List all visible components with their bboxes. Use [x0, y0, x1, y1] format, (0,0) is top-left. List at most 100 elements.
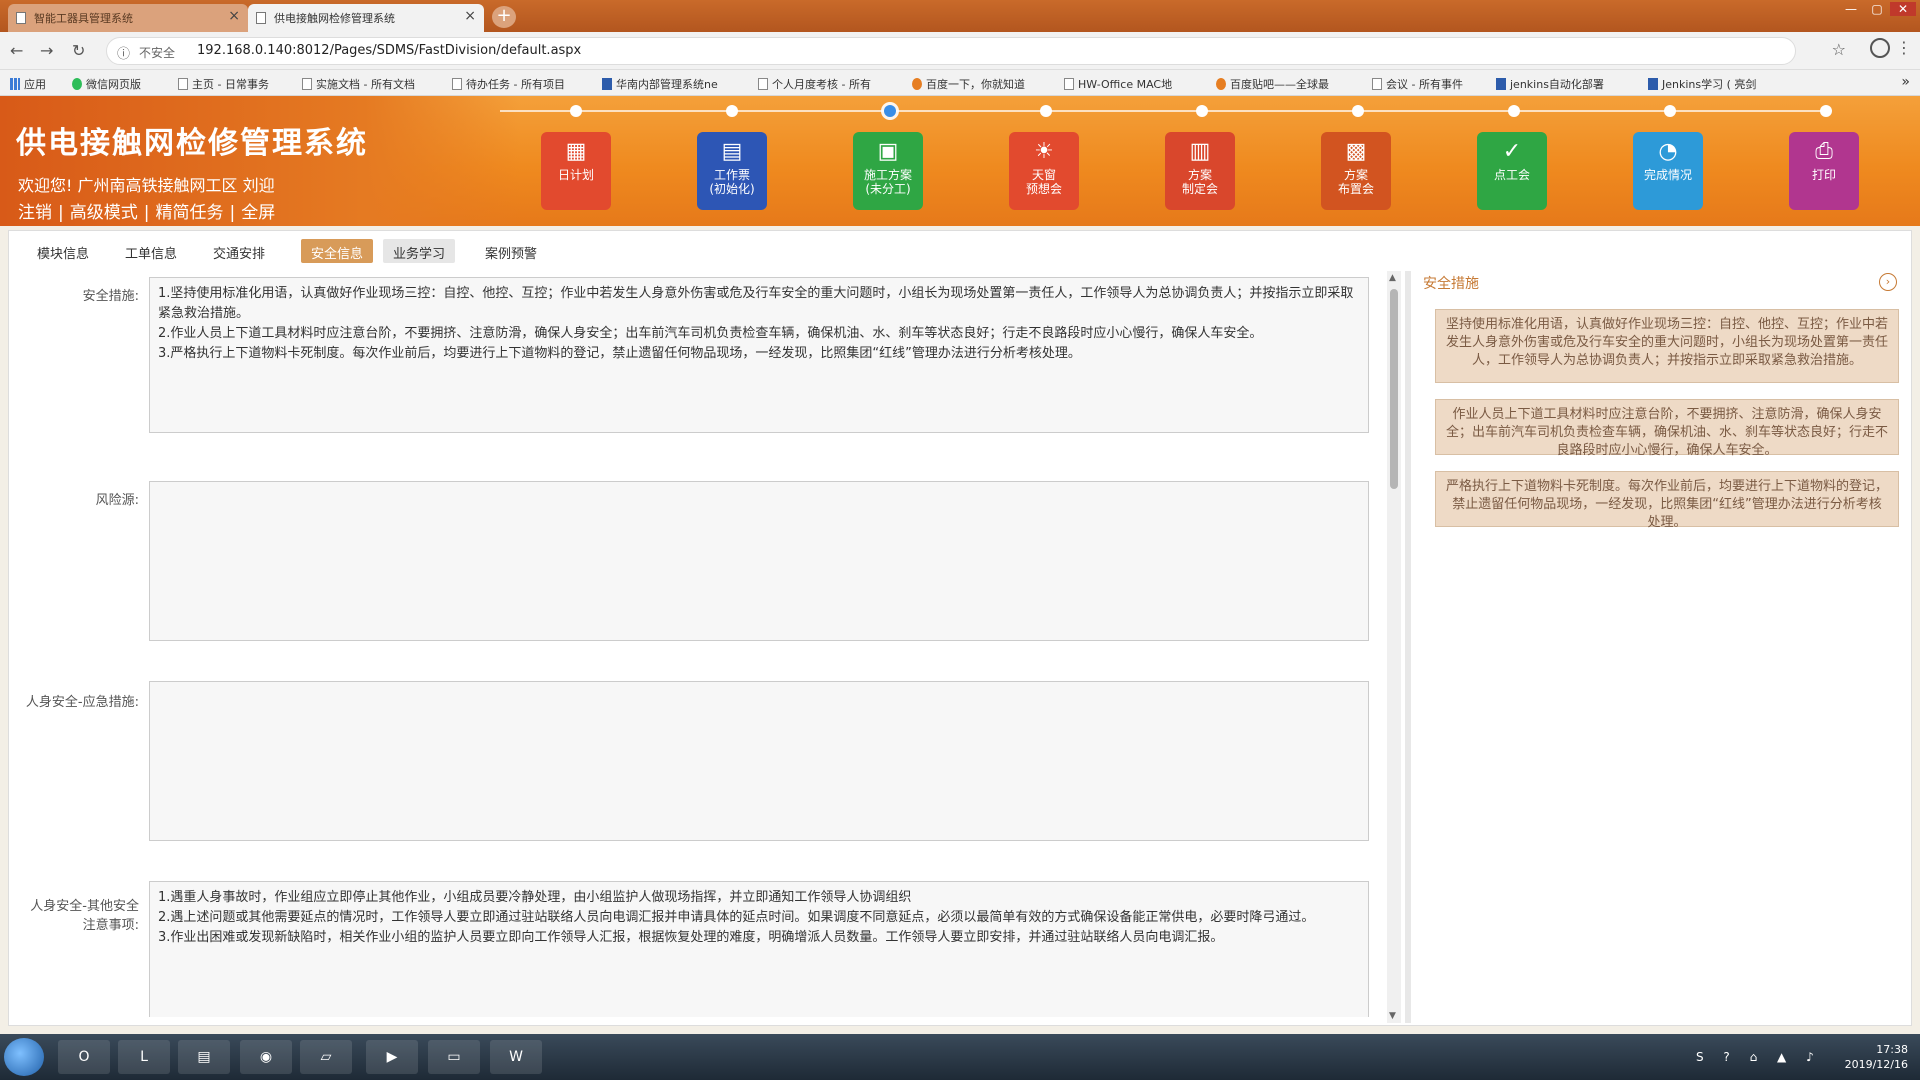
module-plan-deploy-meeting[interactable]: ▩ 方案 布置会: [1321, 132, 1391, 210]
baidu-icon: [912, 78, 922, 90]
timeline-dot: [726, 105, 738, 117]
clock-date: 2019/12/16: [1844, 1058, 1908, 1071]
other-precautions-label: 人身安全-其他安全注意事项:: [30, 899, 139, 933]
panel-divider[interactable]: [1405, 271, 1411, 1023]
forward-icon[interactable]: →: [40, 41, 53, 60]
scroll-thumb[interactable]: [1390, 289, 1398, 489]
module-plan-making-meeting[interactable]: ▥ 方案 制定会: [1165, 132, 1235, 210]
module-skylight-meeting[interactable]: ☀ 天窗 预想会: [1009, 132, 1079, 210]
notes-icon[interactable]: ▱: [300, 1040, 352, 1074]
bookmark-item[interactable]: 会议 - 所有事件: [1372, 76, 1463, 92]
reload-icon[interactable]: ↻: [72, 41, 85, 60]
precaution-line: 1.遇重人身事故时，作业组应立即停止其他作业，小组成员要冷静处理，由小组监护人做…: [158, 890, 912, 905]
more-bookmarks-icon[interactable]: »: [1901, 74, 1910, 90]
lightbulb-icon: ☀: [1034, 139, 1054, 164]
tab-case-warning[interactable]: 案例预警: [475, 239, 547, 263]
logout-link[interactable]: 注销: [18, 203, 52, 223]
bookmark-item[interactable]: 待办任务 - 所有项目: [452, 76, 565, 92]
page-icon: [16, 12, 26, 24]
module-print[interactable]: ⎙ 打印: [1789, 132, 1859, 210]
risk-source-label: 风险源:: [95, 493, 139, 508]
account-icon[interactable]: [1870, 38, 1890, 58]
tab-safety-info[interactable]: 安全信息: [301, 239, 374, 263]
safety-card[interactable]: 严格执行上下道物料卡死制度。每次作业前后，均要进行上下道物料的登记，禁止遗留任何…: [1435, 471, 1899, 530]
windows-taskbar: O L ▤ ◉ ▱ ▶ ▭ W S ? ⌂ ▲ ♪ 17:38 2019/12/…: [0, 1034, 1920, 1080]
media-icon[interactable]: ▶: [366, 1040, 418, 1074]
safety-measures-field[interactable]: 1.坚持使用标准化用语，认真做好作业现场三控：自控、他控、互控；作业中若发生人身…: [149, 277, 1369, 433]
lync-icon[interactable]: L: [118, 1040, 170, 1074]
explorer-icon[interactable]: ▤: [178, 1040, 230, 1074]
module-work-ticket[interactable]: ▤ 工作票 (初始化): [697, 132, 767, 210]
precaution-line: 2.遇上述问题或其他需要延点的情况时，工作领导人要立即通过驻站联络人员向电调汇报…: [158, 910, 1315, 925]
outlook-icon[interactable]: O: [58, 1040, 110, 1074]
side-panel-title: 安全措施: [1423, 276, 1479, 292]
bookmark-item[interactable]: 个人月度考核 - 所有: [758, 76, 871, 92]
bookmark-item[interactable]: 实施文档 - 所有文档: [302, 76, 415, 92]
emergency-measures-field[interactable]: [149, 681, 1369, 841]
other-precautions-field[interactable]: 1.遇重人身事故时，作业组应立即停止其他作业，小组成员要冷静处理，由小组监护人做…: [149, 881, 1369, 1017]
tab-work-order-info[interactable]: 工单信息: [115, 239, 187, 263]
risk-source-field[interactable]: [149, 481, 1369, 641]
huawei-icon: [602, 78, 612, 90]
form-scrollbar[interactable]: ▲ ▼: [1387, 271, 1401, 1023]
module-roll-call-meeting[interactable]: ✓ 点工会: [1477, 132, 1547, 210]
fullscreen-link[interactable]: 全屏: [241, 203, 275, 223]
bookmark-star-icon[interactable]: ☆: [1832, 40, 1846, 59]
emergency-measures-label: 人身安全-应急措施:: [25, 695, 139, 710]
browser-tab-inactive[interactable]: 智能工器具管理系统 ×: [8, 4, 248, 32]
browser-tab-label: 供电接触网检修管理系统: [274, 12, 395, 25]
app-title: 供电接触网检修管理系统: [16, 126, 368, 161]
simplified-task-link[interactable]: 精简任务: [155, 203, 223, 223]
bookmark-apps[interactable]: 应用: [10, 76, 46, 92]
bookmark-item[interactable]: HW-Office MAC地: [1064, 76, 1172, 92]
module-completion-status[interactable]: ◔ 完成情况: [1633, 132, 1703, 210]
word-icon[interactable]: W: [490, 1040, 542, 1074]
folder-icon[interactable]: ▭: [428, 1040, 480, 1074]
url-field[interactable]: ⓘ 不安全 192.168.0.140:8012/Pages/SDMS/Fast…: [106, 37, 1796, 65]
info-icon[interactable]: ⓘ: [117, 43, 130, 62]
pie-chart-icon: ◔: [1658, 139, 1678, 164]
scroll-up-icon[interactable]: ▲: [1389, 273, 1396, 283]
bookmark-item[interactable]: 华南内部管理系统ne: [602, 76, 718, 92]
minimize-icon[interactable]: —: [1838, 2, 1864, 16]
module-construction-plan[interactable]: ▣ 施工方案 (未分工): [853, 132, 923, 210]
menu-icon[interactable]: ⋮: [1896, 38, 1912, 57]
url-text[interactable]: 192.168.0.140:8012/Pages/SDMS/FastDivisi…: [197, 43, 581, 58]
close-icon[interactable]: ×: [464, 8, 476, 24]
address-bar: ← → ↻ ⓘ 不安全 192.168.0.140:8012/Pages/SDM…: [0, 32, 1920, 70]
clock[interactable]: 17:38 2019/12/16: [1845, 1042, 1908, 1072]
close-icon[interactable]: ×: [228, 8, 240, 24]
workflow-timeline: [500, 105, 1832, 117]
bookmark-item[interactable]: 百度贴吧——全球最: [1216, 76, 1329, 92]
back-icon[interactable]: ←: [10, 41, 23, 60]
page-icon: [1064, 78, 1074, 90]
new-tab-button[interactable]: +: [492, 6, 516, 28]
start-button[interactable]: [4, 1038, 44, 1076]
tray-icons[interactable]: S ? ⌂ ▲ ♪: [1696, 1050, 1822, 1064]
window-controls: — ▢ ✕: [1838, 2, 1916, 16]
bookmark-item[interactable]: 微信网页版: [72, 76, 141, 92]
safety-card[interactable]: 坚持使用标准化用语，认真做好作业现场三控：自控、他控、互控；作业中若发生人身意外…: [1435, 309, 1899, 383]
bookmark-item[interactable]: jenkins自动化部署: [1496, 76, 1604, 92]
tab-traffic-arrangement[interactable]: 交通安排: [203, 239, 275, 263]
document-plan-icon: ▣: [877, 139, 899, 164]
safety-card[interactable]: 作业人员上下道工具材料时应注意台阶，不要拥挤、注意防滑，确保人身安全；出车前汽车…: [1435, 399, 1899, 458]
scroll-down-icon[interactable]: ▼: [1389, 1011, 1396, 1021]
timeline-dot: [570, 105, 582, 117]
page-icon: [302, 78, 312, 90]
ticket-icon: ▤: [721, 139, 743, 164]
advanced-mode-link[interactable]: 高级模式: [70, 203, 138, 223]
bookmark-item[interactable]: 百度一下，你就知道: [912, 76, 1025, 92]
tab-module-info[interactable]: 模块信息: [27, 239, 99, 263]
apps-grid-icon: [10, 78, 20, 90]
module-daily-plan[interactable]: ▦ 日计划: [541, 132, 611, 210]
browser-tab-label: 智能工器具管理系统: [34, 12, 133, 25]
close-window-icon[interactable]: ✕: [1890, 2, 1916, 16]
bookmark-item[interactable]: Jenkins学习 ( 亮剑: [1648, 76, 1756, 92]
tab-business-learning[interactable]: 业务学习: [383, 239, 456, 263]
collapse-icon[interactable]: ›: [1879, 273, 1897, 291]
maximize-icon[interactable]: ▢: [1864, 2, 1890, 16]
chrome-icon[interactable]: ◉: [240, 1040, 292, 1074]
bookmark-item[interactable]: 主页 - 日常事务: [178, 76, 269, 92]
browser-tab-active[interactable]: 供电接触网检修管理系统 ×: [248, 4, 484, 32]
